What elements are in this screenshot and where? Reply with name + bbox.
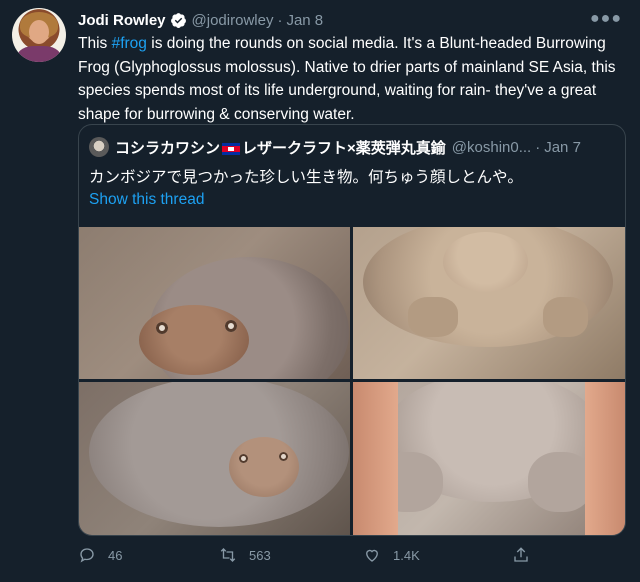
- tweet-header: Jodi Rowley @jodirowley · Jan 8: [78, 10, 323, 30]
- retweet-button[interactable]: 563: [219, 542, 271, 568]
- author-handle[interactable]: @jodirowley: [192, 12, 274, 29]
- quoted-author-handle: @koshin0...: [451, 138, 532, 156]
- frog-photo-4[interactable]: [353, 382, 625, 535]
- cambodia-flag-icon: [222, 142, 241, 155]
- reply-icon: [80, 548, 94, 563]
- heart-icon: [366, 549, 378, 562]
- tweet[interactable]: Jodi Rowley @jodirowley · Jan 8 ●●● This…: [0, 0, 640, 582]
- reply-button[interactable]: 46: [78, 542, 122, 568]
- quoted-author-name-part1: コシラカワシン: [115, 139, 221, 157]
- tweet-actions: 46 563 1.4K: [78, 542, 618, 568]
- more-options-icon[interactable]: ●●●: [590, 10, 622, 28]
- quoted-tweet[interactable]: コシラカワシン レザークラフト×薬莢弾丸真鍮 @koshin0... · Jan …: [78, 124, 626, 536]
- show-thread-link[interactable]: Show this thread: [89, 191, 204, 209]
- like-button[interactable]: 1.4K: [363, 542, 420, 568]
- retweet-count: 563: [249, 547, 271, 563]
- frog-photo-2[interactable]: [353, 227, 625, 379]
- tweet-text-rest: is doing the rounds on social media. It'…: [78, 35, 616, 123]
- tweet-text: This #frog is doing the rounds on social…: [78, 32, 618, 126]
- quoted-author-avatar: [89, 137, 109, 157]
- quoted-tweet-date: Jan 7: [544, 138, 581, 156]
- quoted-author-name-part2: レザークラフト×薬莢弾丸真鍮: [242, 139, 446, 157]
- image-grid: [79, 227, 625, 535]
- quoted-author-name: コシラカワシン レザークラフト×薬莢弾丸真鍮: [115, 137, 446, 158]
- frog-photo-3[interactable]: [79, 382, 350, 535]
- verified-badge-icon: [170, 12, 186, 28]
- share-icon: [514, 547, 528, 562]
- reply-count: 46: [108, 547, 123, 563]
- hashtag-link[interactable]: #frog: [112, 35, 147, 52]
- separator-dot: ·: [535, 138, 541, 156]
- like-count: 1.4K: [393, 547, 420, 563]
- tweet-date[interactable]: Jan 8: [286, 12, 323, 29]
- quoted-tweet-header: コシラカワシン レザークラフト×薬莢弾丸真鍮 @koshin0... · Jan …: [89, 137, 619, 157]
- frog-photo-1[interactable]: [79, 227, 350, 379]
- tweet-text-start: This: [78, 35, 112, 52]
- separator-dot: ·: [277, 11, 283, 29]
- retweet-icon: [220, 548, 236, 562]
- author-name[interactable]: Jodi Rowley: [78, 12, 166, 29]
- author-avatar[interactable]: [12, 8, 66, 62]
- quoted-tweet-text: カンボジアで見つかった珍しい生き物。何ちゅう顔しとんや。: [89, 169, 523, 186]
- share-button[interactable]: [512, 542, 530, 568]
